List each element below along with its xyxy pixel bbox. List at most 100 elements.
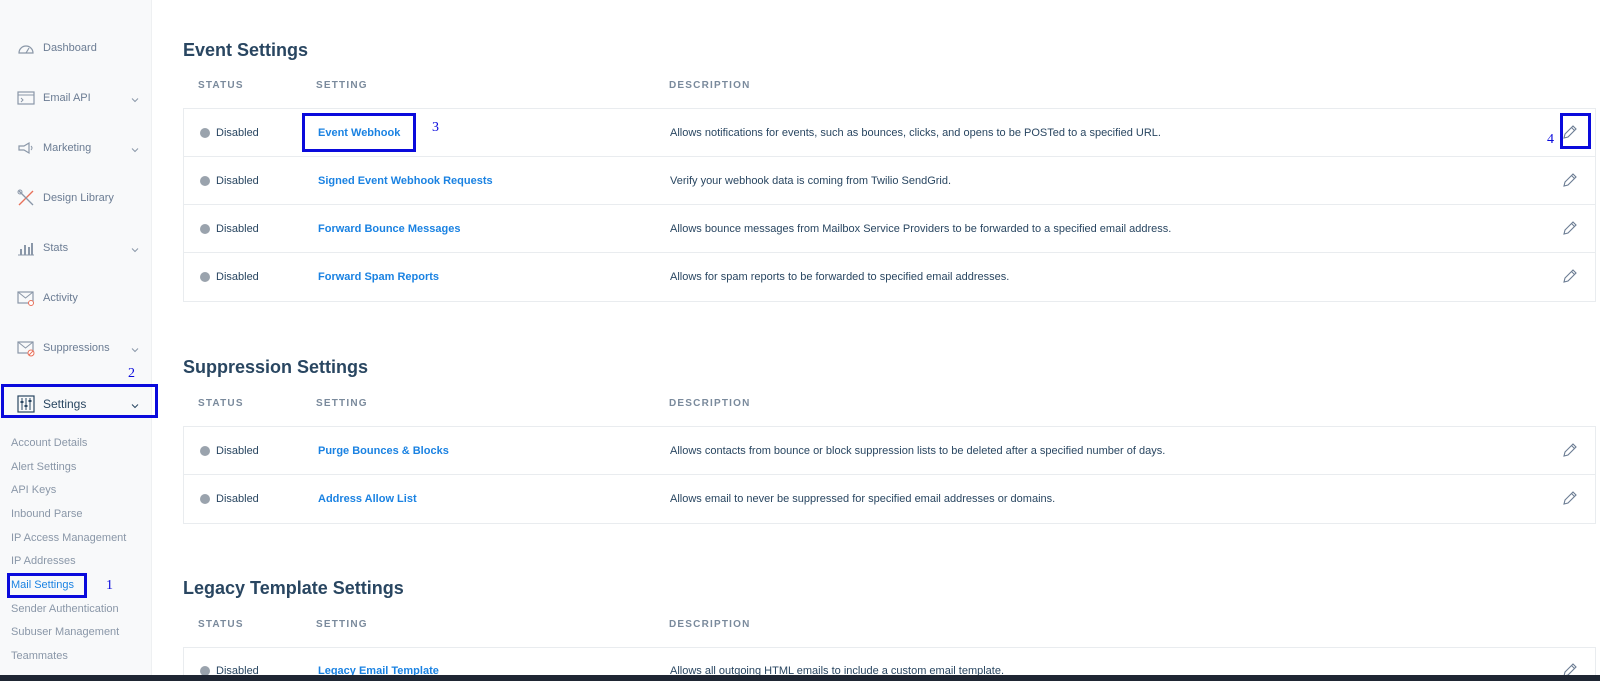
legacy-template-settings-table: Disabled Legacy Email Template Allows al… [183,647,1596,675]
setting-description: Allows contacts from bounce or block sup… [670,445,1166,457]
status-dot [200,128,210,138]
sidebar-item-label: Suppressions [43,342,110,354]
table-row: Disabled Purge Bounces & Blocks Allows c… [184,427,1595,475]
status-text: Disabled [216,271,259,283]
column-header-status: STATUS [198,80,244,91]
sidebar-subitem-inbound-parse[interactable]: Inbound Parse [11,506,83,522]
pencil-icon[interactable] [1561,219,1579,237]
status-text: Disabled [216,493,259,505]
status-badge: Disabled [200,445,259,457]
pencil-icon[interactable] [1561,489,1579,507]
annotation-number: 1 [106,578,113,593]
column-header-status: STATUS [198,398,244,409]
sidebar-item-design-library[interactable]: Design Library [0,181,152,215]
section-title-suppression-settings: Suppression Settings [183,357,369,377]
megaphone-icon [16,138,36,158]
table-row: Disabled Forward Spam Reports Allows for… [184,253,1595,301]
sidebar-subitem-ip-addresses[interactable]: IP Addresses [11,553,76,569]
status-badge: Disabled [200,493,259,505]
status-dot [200,176,210,186]
gauge-icon [16,38,36,58]
chevron-down-icon [130,342,140,353]
pencil-icon[interactable] [1561,441,1579,459]
status-text: Disabled [216,445,259,457]
status-badge: Disabled [200,127,259,139]
sidebar-item-email-api[interactable]: Email API [0,81,152,115]
sidebar-subitem-ip-access-management[interactable]: IP Access Management [11,530,126,546]
chevron-down-icon [130,92,140,103]
status-dot [200,666,210,675]
status-badge: Disabled [200,271,259,283]
pencil-icon[interactable] [1561,171,1579,189]
annotation-number: 4 [1547,132,1554,147]
sidebar-item-stats[interactable]: Stats [0,231,152,265]
column-header-setting: SETTING [316,398,368,409]
terminal-icon [16,88,36,108]
status-dot [200,494,210,504]
setting-link-signed-event-webhook-requests[interactable]: Signed Event Webhook Requests [318,175,493,187]
column-header-setting: SETTING [316,619,368,630]
bar-chart-icon [16,238,36,258]
column-header-description: DESCRIPTION [669,80,751,91]
setting-description: Verify your webhook data is coming from … [670,175,952,187]
sidebar-item-label: Email API [43,92,91,104]
setting-link-forward-bounce-messages[interactable]: Forward Bounce Messages [318,223,460,235]
design-tools-icon [16,188,36,208]
sidebar-item-label: Stats [43,242,69,254]
setting-link-address-allow-list[interactable]: Address Allow List [318,493,417,505]
setting-description: Allows for spam reports to be forwarded … [670,271,1010,283]
annotation-box-mail-settings [7,573,87,598]
chevron-down-icon [130,242,140,253]
status-text: Disabled [216,665,259,675]
status-text: Disabled [216,223,259,235]
table-row: Disabled Signed Event Webhook Requests V… [184,157,1595,205]
sidebar-subitem-account-details[interactable]: Account Details [11,435,87,451]
column-header-description: DESCRIPTION [669,619,751,630]
sidebar-item-label: Marketing [43,142,92,154]
taskbar-edge [0,675,1600,681]
status-badge: Disabled [200,223,259,235]
annotation-number: 3 [432,120,439,135]
status-dot [200,446,210,456]
sidebar-item-label: Activity [43,292,78,304]
table-row: Disabled Forward Bounce Messages Allows … [184,205,1595,253]
sidebar-subitem-subuser-management[interactable]: Subuser Management [11,624,119,640]
suppression-settings-table: Disabled Purge Bounces & Blocks Allows c… [183,426,1596,524]
sidebar-subitem-alert-settings[interactable]: Alert Settings [11,459,76,475]
section-title-event-settings: Event Settings [183,40,309,60]
sidebar-item-dashboard[interactable]: Dashboard [0,31,152,65]
status-text: Disabled [216,175,259,187]
pencil-icon[interactable] [1561,661,1579,675]
sidebar-item-label: Dashboard [43,42,97,54]
annotation-box-settings [1,384,158,418]
sidebar-subitem-sender-authentication[interactable]: Sender Authentication [11,601,119,617]
column-header-setting: SETTING [316,80,368,91]
sidebar-subitem-teammates[interactable]: Teammates [11,648,68,664]
setting-description: Allows all outgoing HTML emails to inclu… [670,665,1005,675]
sidebar-item-suppressions[interactable]: Suppressions [0,331,152,365]
status-dot [200,272,210,282]
status-text: Disabled [216,127,259,139]
setting-description: Allows notifications for events, such as… [670,127,1161,139]
sidebar-item-label: Design Library [43,192,114,204]
annotation-number: 2 [128,366,135,381]
sidebar-subitem-api-keys[interactable]: API Keys [11,482,56,498]
setting-description: Allows email to never be suppressed for … [670,493,1056,505]
table-row: Disabled Legacy Email Template Allows al… [184,648,1595,675]
setting-link-purge-bounces-blocks[interactable]: Purge Bounces & Blocks [318,445,449,457]
status-dot [200,224,210,234]
column-header-description: DESCRIPTION [669,398,751,409]
sidebar-item-marketing[interactable]: Marketing [0,131,152,165]
status-badge: Disabled [200,175,259,187]
setting-description: Allows bounce messages from Mailbox Serv… [670,223,1172,235]
section-title-legacy-template-settings: Legacy Template Settings [183,578,404,598]
setting-link-forward-spam-reports[interactable]: Forward Spam Reports [318,271,439,283]
envelope-search-icon [16,288,36,308]
chevron-down-icon [130,142,140,153]
envelope-block-icon [16,338,36,358]
sidebar-item-activity[interactable]: Activity [0,281,152,315]
pencil-icon[interactable] [1561,267,1579,285]
table-row: Disabled Address Allow List Allows email… [184,475,1595,523]
column-header-status: STATUS [198,619,244,630]
setting-link-legacy-email-template[interactable]: Legacy Email Template [318,665,439,675]
